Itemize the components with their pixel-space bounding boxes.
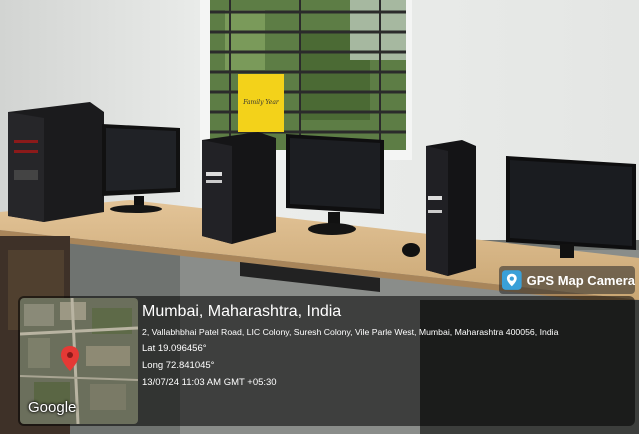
badge-label: GPS Map Camera (526, 272, 635, 288)
map-pin-camera-icon (502, 270, 522, 290)
longitude: Long 72.841045° (142, 360, 215, 371)
latitude: Lat 19.096456° (142, 343, 207, 354)
cpu-tower-3 (426, 140, 476, 276)
photo-frame: Family Year GPS Map Camera Google Mumbai… (0, 0, 639, 434)
cpu-tower-2 (202, 132, 276, 244)
sign-text: Family Year (242, 99, 280, 106)
mouse (402, 243, 420, 257)
location-info: Mumbai, Maharashtra, India 2, Vallabhbha… (142, 302, 627, 391)
monitor-3 (506, 156, 636, 258)
map-provider-label: Google (28, 399, 77, 416)
cpu-tower-1 (8, 102, 104, 222)
gps-map-camera-badge: GPS Map Camera (499, 266, 635, 294)
yellow-sign: Family Year (238, 74, 284, 132)
timestamp: 13/07/24 11:03 AM GMT +05:30 (142, 377, 277, 388)
map-thumbnail: Google (20, 298, 138, 424)
location-address: 2, Vallabhbhai Patel Road, LIC Colony, S… (142, 327, 559, 337)
gps-info-overlay: Google Mumbai, Maharashtra, India 2, Val… (18, 296, 635, 426)
location-city: Mumbai, Maharashtra, India (142, 303, 342, 320)
